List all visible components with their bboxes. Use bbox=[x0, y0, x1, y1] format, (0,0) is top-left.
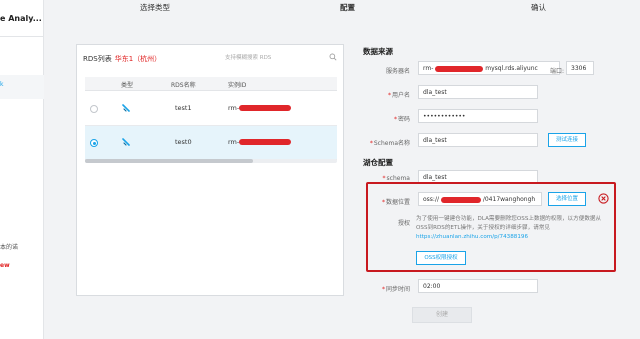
table-row-selected[interactable]: test0 rm- bbox=[85, 126, 337, 160]
schema2-label: *schema bbox=[382, 175, 410, 182]
password-label-text: 密码 bbox=[397, 116, 410, 123]
sidebar: e Analy... k 本的诺 ew bbox=[0, 0, 44, 339]
sync-time-input[interactable]: 02:00 bbox=[418, 279, 538, 293]
column-type: 类型 bbox=[121, 82, 134, 89]
rds-region[interactable]: 华东1（杭州） bbox=[115, 55, 161, 63]
service-address-label: 服务器名 bbox=[385, 68, 410, 75]
database-icon bbox=[122, 104, 130, 112]
database-icon bbox=[122, 138, 130, 146]
password-label: *密码 bbox=[393, 116, 410, 123]
select-location-button[interactable]: 选择位置 bbox=[548, 192, 586, 206]
app-root: e Analy... k 本的诺 ew 选择类型 配置 确认 RDS列表 华东1（… bbox=[0, 0, 640, 339]
service-address-prefix: rm- bbox=[423, 65, 434, 72]
username-input[interactable]: dla_test bbox=[418, 85, 538, 99]
sidebar-active-tab[interactable] bbox=[0, 75, 44, 99]
data-source-title: 数据来源 bbox=[363, 47, 393, 56]
auth-help-link[interactable]: https://zhuanlan.zhihu.com/p/74388196 bbox=[416, 234, 528, 240]
service-address-suffix: mysql.rds.aliyunc bbox=[485, 65, 538, 72]
sync-time-label-text: 同步时间 bbox=[385, 286, 410, 293]
service-address-input[interactable]: rm- mysql.rds.aliyunc bbox=[418, 61, 560, 75]
row-radio-checked[interactable] bbox=[90, 139, 98, 147]
rds-name-cell: test0 bbox=[175, 138, 192, 146]
data-location-label-text: 数据位置 bbox=[385, 199, 410, 206]
password-input[interactable]: •••••••••••• bbox=[418, 109, 538, 123]
table-row[interactable]: test1 rm- bbox=[85, 92, 337, 126]
schema2-label-text: schema bbox=[386, 175, 410, 182]
auth-help-body: 为了使用一键建仓功能，DLA需要删除您OSS上数据的权限，以方便数据从OSS到R… bbox=[416, 216, 602, 231]
rds-list-title: RDS列表 华东1（杭州） bbox=[83, 54, 161, 64]
step-select-type: 选择类型 bbox=[140, 3, 170, 12]
search-icon[interactable] bbox=[329, 53, 337, 61]
username-label-text: 用户名 bbox=[391, 92, 410, 99]
lake-config-title: 湖仓配置 bbox=[363, 158, 393, 167]
auth-help-text: 为了使用一键建仓功能，DLA需要删除您OSS上数据的权限，以方便数据从OSS到R… bbox=[416, 215, 608, 242]
row-radio[interactable] bbox=[90, 105, 98, 113]
scrollbar-thumb[interactable] bbox=[85, 159, 253, 163]
column-rds-name: RDS名称 bbox=[171, 82, 196, 89]
sidebar-item-text[interactable]: 本的诺 bbox=[0, 242, 18, 251]
port-label: 端口: bbox=[549, 68, 564, 75]
data-location-prefix: oss:// bbox=[423, 196, 439, 203]
rds-name-cell: test1 bbox=[175, 104, 192, 112]
create-button[interactable]: 创建 bbox=[412, 307, 472, 323]
step-configure: 配置 bbox=[340, 3, 355, 12]
schema-input[interactable]: dla_test bbox=[418, 133, 538, 147]
username-label: *用户名 bbox=[387, 92, 410, 99]
auth-label: 授权 bbox=[397, 220, 410, 227]
sidebar-divider bbox=[0, 36, 44, 37]
oss-auth-button[interactable]: OSS权限授权 bbox=[416, 251, 466, 265]
redaction-mark bbox=[239, 105, 291, 111]
data-location-label: *数据位置 bbox=[381, 199, 410, 206]
close-circle-icon[interactable] bbox=[598, 193, 609, 204]
instance-id-prefix: rm- bbox=[228, 104, 240, 112]
rds-list-title-text: RDS列表 bbox=[83, 55, 112, 63]
data-location-input[interactable]: oss:// /0417wanghongh bbox=[418, 192, 542, 206]
sidebar-item-new[interactable]: ew bbox=[0, 262, 10, 269]
sync-time-label: *同步时间 bbox=[381, 286, 410, 293]
redaction-mark bbox=[435, 65, 484, 72]
data-location-suffix: /0417wanghongh bbox=[482, 196, 536, 203]
test-connection-button[interactable]: 测试连接 bbox=[548, 133, 586, 147]
schema-label-text: Schema名称 bbox=[373, 140, 410, 147]
rds-table-header: 类型 RDS名称 实例ID bbox=[85, 77, 337, 91]
instance-id-prefix: rm- bbox=[228, 138, 240, 146]
port-input[interactable]: 3306 bbox=[566, 61, 594, 75]
sidebar-title: e Analy... bbox=[0, 14, 42, 23]
column-instance-id: 实例ID bbox=[228, 82, 247, 89]
schema-label: *Schema名称 bbox=[369, 140, 410, 147]
rds-list-panel: RDS列表 华东1（杭州） 支持模糊搜索 RDS 类型 RDS名称 实例ID te… bbox=[76, 44, 344, 296]
rds-search-input[interactable]: 支持模糊搜索 RDS bbox=[225, 53, 337, 65]
sidebar-active-tab-label[interactable]: k bbox=[0, 81, 3, 88]
horizontal-scrollbar[interactable] bbox=[85, 159, 337, 163]
redaction-mark bbox=[239, 139, 291, 145]
step-confirm: 确认 bbox=[531, 3, 546, 12]
redaction-mark bbox=[440, 196, 481, 203]
